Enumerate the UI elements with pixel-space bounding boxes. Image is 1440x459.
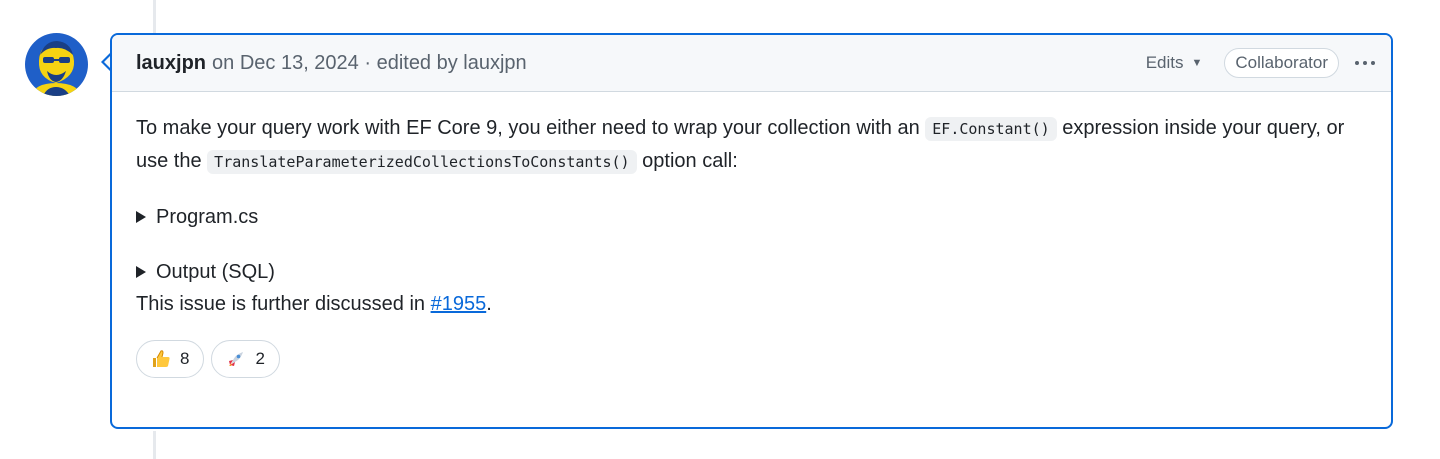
issue-link[interactable]: #1955 [431, 293, 487, 315]
comment-meta[interactable]: on Dec 13, 2024 · edited by lauxjpn [212, 52, 527, 74]
details-summary: Program.cs [156, 206, 259, 228]
expand-triangle-icon [136, 266, 146, 278]
body-text: To make your query work with EF Core 9, … [136, 117, 920, 139]
expand-triangle-icon [136, 211, 146, 223]
reactions-bar: 8 2 [136, 340, 1367, 378]
issue-paragraph: This issue is further discussed in #1955… [136, 288, 1367, 320]
reaction-rocket[interactable]: 2 [211, 340, 280, 378]
timeline-line [153, 431, 156, 459]
details-output-sql[interactable]: Output (SQL) [136, 256, 1367, 288]
comment-body: To make your query work with EF Core 9, … [112, 92, 1391, 378]
avatar[interactable] [25, 33, 88, 96]
more-options-icon[interactable] [1353, 57, 1377, 69]
details-program-cs[interactable]: Program.cs [136, 201, 1367, 233]
details-summary: Output (SQL) [156, 261, 275, 283]
thumbs-up-icon [151, 349, 171, 369]
caret-down-icon: ▼ [1191, 57, 1203, 69]
inline-code: EF.Constant() [925, 117, 1057, 141]
rocket-icon [226, 349, 246, 369]
edits-label: Edits [1145, 53, 1184, 72]
avatar-image [25, 33, 88, 96]
body-text: option call: [642, 150, 738, 172]
reaction-thumbs-up[interactable]: 8 [136, 340, 205, 378]
body-text: . [486, 293, 492, 315]
body-text: This issue is further discussed in [136, 293, 426, 315]
author-name[interactable]: lauxjpn [136, 52, 206, 74]
reaction-count: 8 [180, 349, 190, 368]
role-badge: Collaborator [1224, 48, 1339, 78]
edits-dropdown[interactable]: Edits ▼ [1146, 53, 1203, 73]
inline-code: TranslateParameterizedCollectionsToConst… [207, 150, 637, 174]
reaction-count: 2 [255, 349, 265, 368]
comment-header: lauxjpn on Dec 13, 2024 · edited by lauxj… [112, 35, 1391, 92]
comment-box: lauxjpn on Dec 13, 2024 · edited by lauxj… [110, 33, 1393, 429]
timeline-line [153, 0, 156, 34]
body-paragraph: To make your query work with EF Core 9, … [136, 112, 1367, 178]
